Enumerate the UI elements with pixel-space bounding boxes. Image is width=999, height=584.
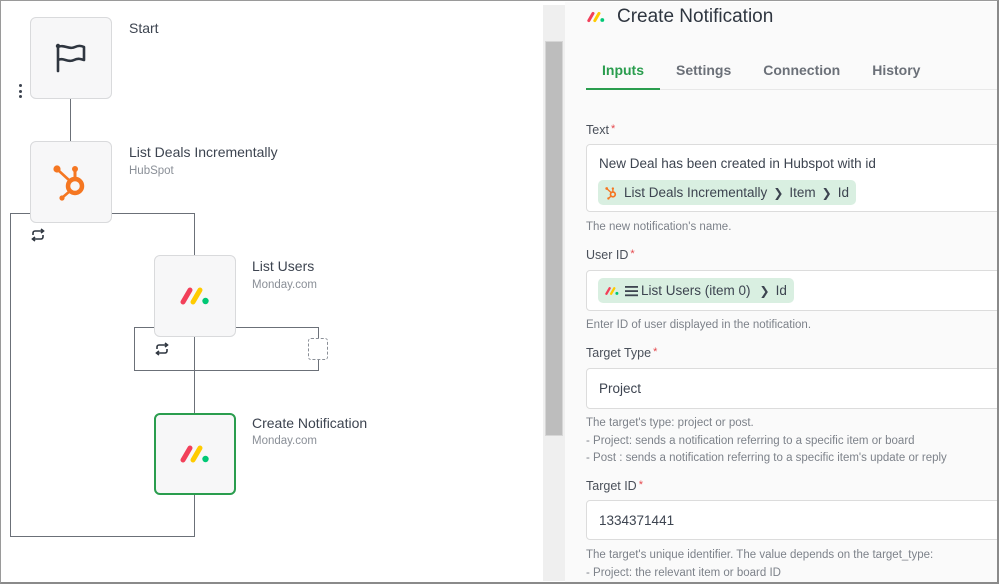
loop-icon [31,228,45,242]
tab-history[interactable]: History [856,52,936,90]
chevron-right-icon: ❯ [821,185,832,200]
loop-icon [155,342,169,356]
add-step-placeholder[interactable] [308,338,328,360]
tab-inputs[interactable]: Inputs [586,52,660,90]
user-id-field-label: User ID * [586,248,635,262]
target-id-label: Target ID [586,479,637,493]
reference-path-item: Item [789,185,816,200]
connector-users-to-notification [194,371,195,413]
tab-connection[interactable]: Connection [747,52,856,90]
step-config-panel: Create Notification Inputs Settings Conn… [565,2,997,582]
target-type-field-label: Target Type * [586,346,657,360]
node-list-users[interactable] [154,255,236,337]
chevron-right-icon: ❯ [773,185,784,200]
target-id-field-label: Target ID * [586,479,643,493]
user-id-reference-pill[interactable]: List Users (item 0) ❯ Id [598,278,794,303]
node-list-deals-label: List Deals Incrementally [129,144,278,160]
panel-header: Create Notification [587,6,773,28]
connector-start-to-deals [70,99,71,141]
target-id-help-line: - Project: the relevant item or board ID [586,566,781,579]
monday-icon [180,445,209,463]
connector-deals-to-users [194,213,195,257]
text-label: Text [586,123,609,137]
more-options-icon[interactable] [17,84,23,98]
required-marker: * [638,479,643,491]
flag-icon [55,43,86,73]
text-reference-pill[interactable]: List Deals Incrementally ❯ Item ❯ Id [598,180,856,205]
node-create-notification[interactable] [154,413,236,495]
monday-icon [605,286,619,295]
reference-source: List Users (item 0) [641,283,751,298]
node-start-label: Start [129,20,159,36]
tab-settings[interactable]: Settings [660,52,747,90]
list-icon [625,285,638,296]
text-field-label: Text * [586,123,615,137]
node-list-users-app: Monday.com [252,279,317,291]
required-marker: * [610,123,616,135]
text-field[interactable]: New Deal has been created in Hubspot wit… [586,144,997,212]
target-type-help-line: The target's type: project or post. [586,417,754,429]
text-field-value: New Deal has been created in Hubspot wit… [599,156,876,171]
connector-notification-to-end [194,495,195,537]
node-create-notification-label: Create Notification [252,415,368,431]
target-type-label: Target Type [586,346,652,360]
app-window: Start List Deals Incrementally HubSpot L… [0,0,999,584]
target-type-select[interactable]: Project [586,368,997,409]
node-list-deals-app: HubSpot [129,165,174,177]
panel-tabs: Inputs Settings Connection History [586,52,997,90]
node-start[interactable] [30,17,112,99]
required-marker: * [653,346,658,358]
target-type-value: Project [599,381,642,396]
canvas-scrollbar-thumb[interactable] [545,41,563,436]
user-id-field[interactable]: List Users (item 0) ❯ Id [586,270,997,311]
workflow-canvas[interactable]: Start List Deals Incrementally HubSpot L… [2,2,544,582]
required-marker: * [630,248,635,260]
user-id-field-help: Enter ID of user displayed in the notifi… [586,319,812,331]
reference-path-id: Id [837,185,849,200]
chevron-right-icon: ❯ [759,283,770,298]
monday-icon [180,287,209,305]
node-create-notification-app: Monday.com [252,435,317,447]
target-id-help: The target's unique identifier. The valu… [586,547,933,582]
target-type-help-line: - Project: sends a notification referrin… [586,434,915,447]
hubspot-icon [53,165,85,201]
reference-source: List Deals Incrementally [624,185,768,200]
panel-title: Create Notification [617,6,774,27]
target-type-help: The target's type: project or post. - Pr… [586,415,947,468]
text-field-help: The new notification's name. [586,221,732,233]
hubspot-icon [605,186,617,200]
monday-icon [587,11,605,23]
user-id-label: User ID [586,248,629,262]
node-list-users-label: List Users [252,258,315,274]
node-list-deals[interactable] [30,141,112,223]
target-id-help-line: The target's unique identifier. The valu… [586,549,934,561]
reference-path-id: Id [775,283,787,298]
target-type-help-line: - Post : sends a notification referring … [586,452,947,464]
target-id-input[interactable]: 1334371441 [586,500,997,540]
target-id-value: 1334371441 [599,513,675,528]
